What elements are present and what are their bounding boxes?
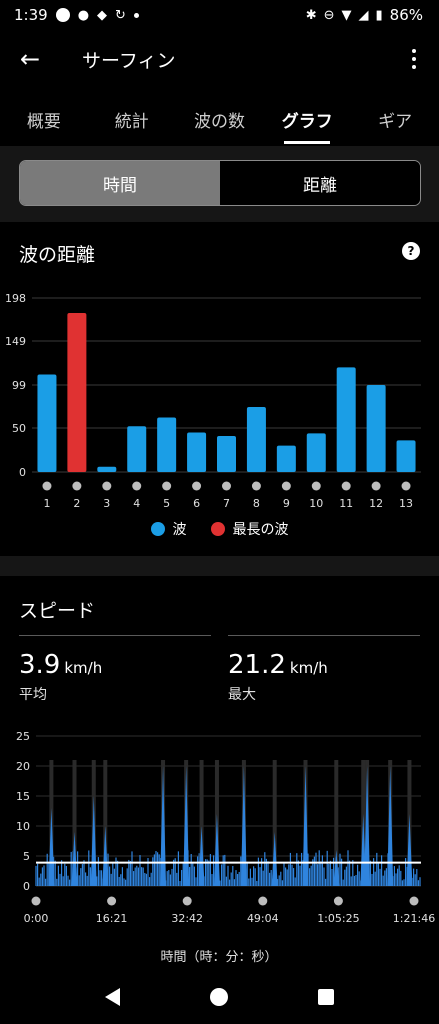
nav-recents-icon[interactable] (318, 989, 334, 1005)
bar-7 (217, 435, 236, 472)
legend-longest-label: 最長の波 (232, 522, 289, 538)
speed-title: スピード (19, 600, 96, 622)
avg-speed-value: 3.9 (19, 650, 61, 680)
bar-point-marker (192, 481, 202, 491)
bar-x-tick-label: 1 (43, 497, 50, 510)
bar-point-marker (102, 481, 112, 491)
bar-point-marker (42, 481, 52, 491)
nav-home-icon[interactable] (210, 988, 228, 1006)
bar-point-marker (371, 481, 381, 491)
bar-13 (396, 440, 416, 472)
avg-speed-unit: km/h (64, 659, 103, 677)
bar-9 (276, 445, 296, 472)
bar-x-tick-label: 7 (223, 497, 230, 510)
bar-x-tick-label: 4 (133, 497, 140, 510)
bar-point-marker (132, 481, 142, 491)
bar-10 (306, 433, 326, 472)
bar-12 (366, 385, 386, 472)
max-divider (228, 635, 420, 636)
bar-11 (336, 367, 356, 472)
legend-item-wave: 波 (150, 519, 187, 539)
section-divider (0, 556, 439, 576)
system-nav-bar (0, 970, 439, 1024)
bar-y-tick-label: 198 (5, 292, 26, 305)
bar-point-marker (72, 481, 82, 491)
bar-x-tick-label: 11 (339, 497, 353, 510)
bar-x-tick-label: 9 (283, 497, 290, 510)
bar-point-marker (341, 481, 351, 491)
bar-y-tick-label: 50 (12, 422, 26, 435)
avg-divider (19, 635, 211, 636)
bar-point-marker (281, 481, 291, 491)
max-speed-label: 最大 (228, 687, 256, 703)
bar-y-tick-label: 149 (5, 335, 26, 348)
wave-chart-legend: 波 最長の波 (0, 519, 439, 539)
bar-2 (67, 312, 87, 472)
avg-speed: 3.9 km/h (19, 650, 102, 680)
bar-3 (97, 466, 117, 472)
bar-x-tick-label: 3 (103, 497, 110, 510)
bar-x-tick-label: 6 (193, 497, 200, 510)
bar-point-marker (401, 481, 411, 491)
bar-x-tick-label: 10 (309, 497, 323, 510)
legend-longest-dot-icon (210, 522, 225, 536)
max-speed: 21.2 km/h (228, 650, 328, 680)
bar-6 (187, 432, 207, 472)
bar-x-tick-label: 12 (369, 497, 383, 510)
legend-wave-dot-icon (150, 522, 165, 536)
legend-wave-label: 波 (172, 522, 187, 538)
avg-speed-label: 平均 (19, 687, 47, 703)
bar-1 (37, 374, 57, 472)
bar-x-tick-label: 2 (73, 497, 80, 510)
max-speed-value: 21.2 (228, 650, 286, 680)
bar-point-marker (162, 481, 172, 491)
bar-point-marker (251, 481, 261, 491)
bar-x-tick-label: 5 (163, 497, 170, 510)
bar-x-tick-label: 13 (399, 497, 413, 510)
bar-point-marker (222, 481, 231, 491)
bar-8 (246, 406, 266, 472)
bar-y-tick-label: 99 (12, 379, 26, 392)
nav-back-icon[interactable] (105, 988, 120, 1006)
bar-y-tick-label: 0 (19, 466, 26, 479)
bar-point-marker (311, 481, 321, 491)
bar-5 (157, 417, 177, 472)
max-speed-unit: km/h (289, 659, 328, 677)
bar-4 (127, 426, 147, 472)
legend-item-longest: 最長の波 (210, 519, 289, 539)
bar-x-tick-label: 8 (253, 497, 260, 510)
